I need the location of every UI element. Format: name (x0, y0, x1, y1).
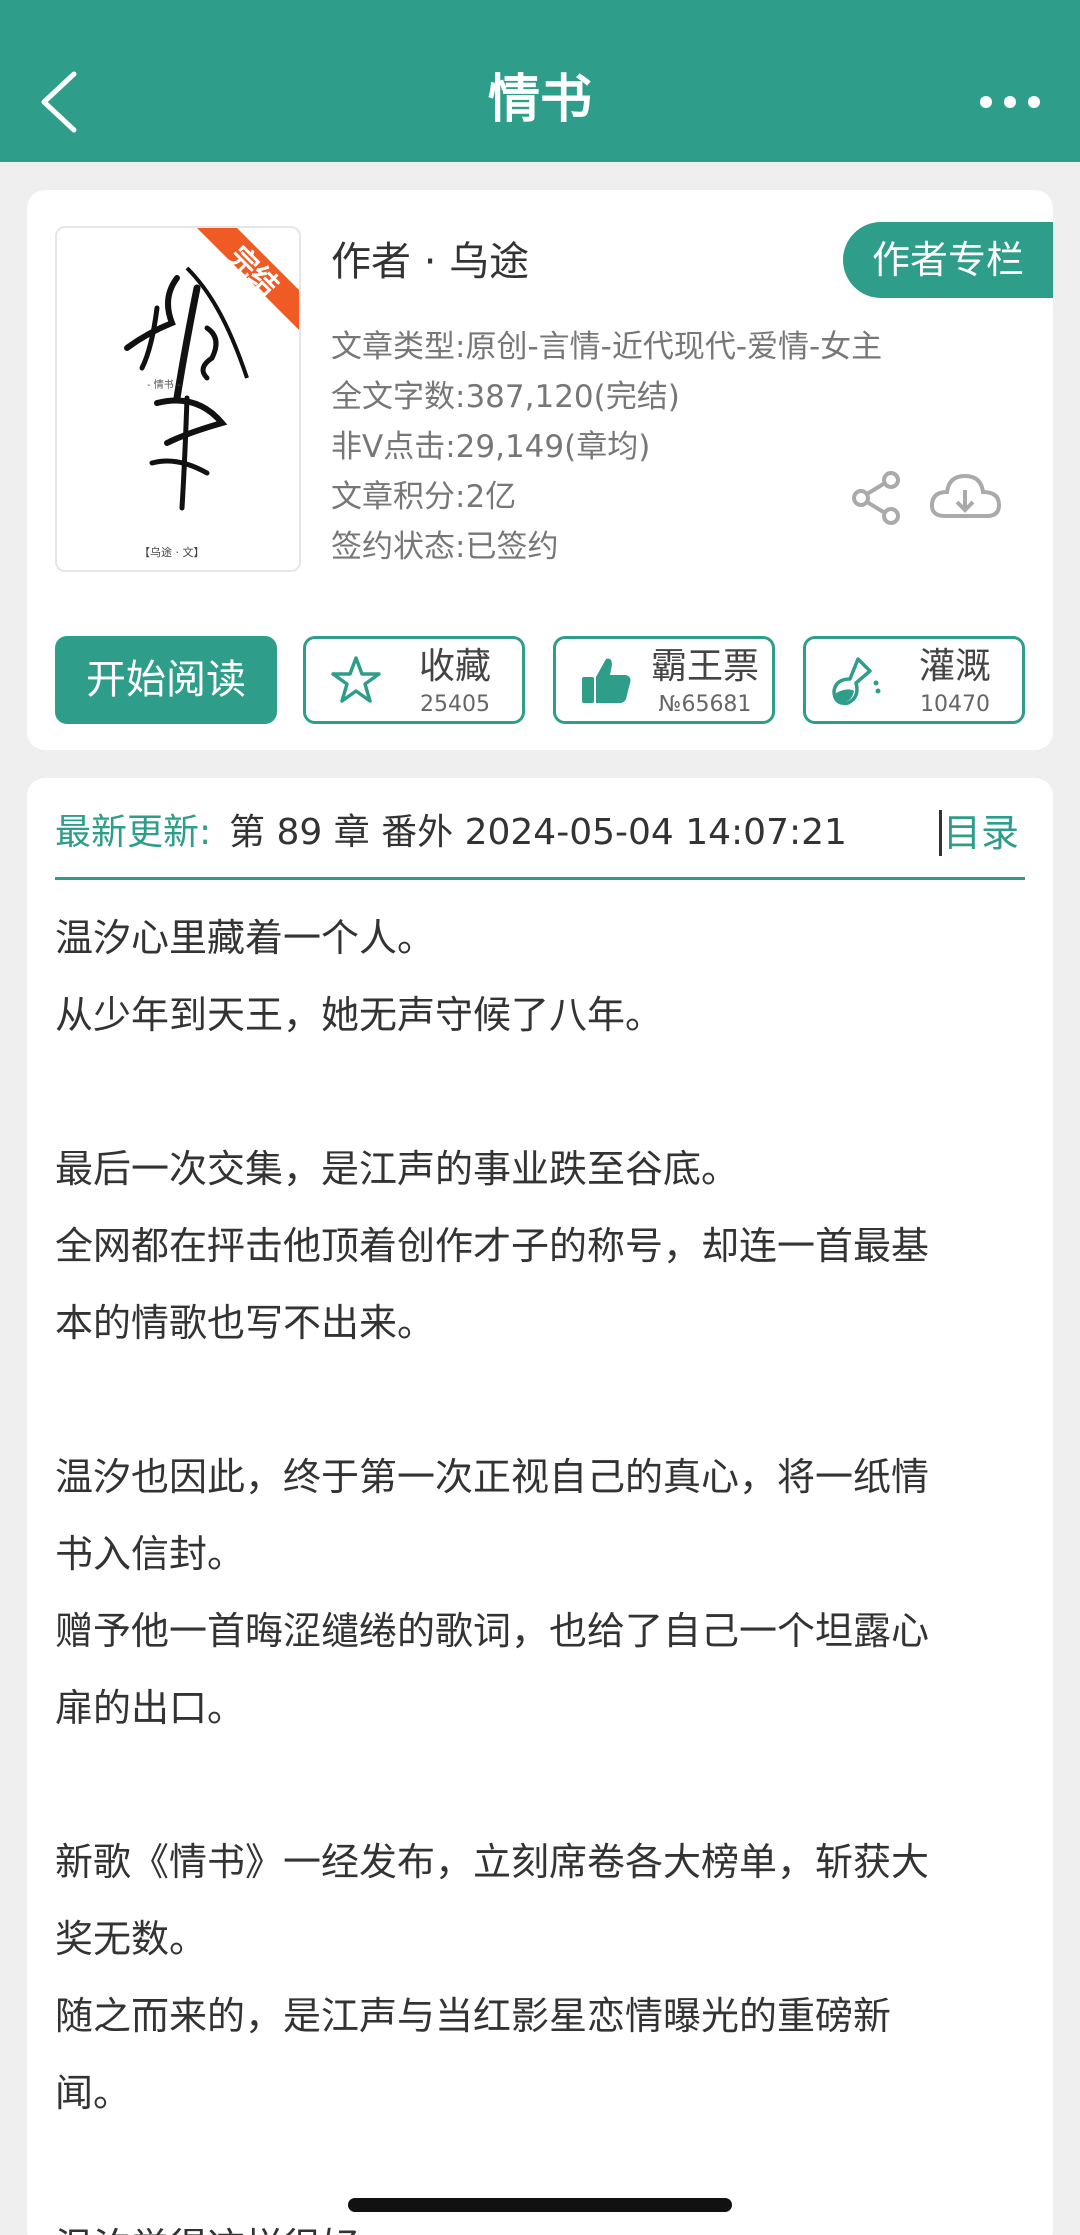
synopsis-line (55, 1747, 1045, 1824)
synopsis-line: 温汐心里藏着一个人。 (55, 916, 436, 960)
synopsis-line: 最后一次交集，是江声的事业跌至谷底。 (55, 1147, 740, 1191)
cover-art: - 情书 - 【乌途 · 文】 完结 (124, 228, 299, 559)
thumbs-up-icon (582, 658, 631, 703)
latest-chapter-link[interactable]: 第 89 章 番外 2024-05-04 14:07:21 (229, 808, 847, 858)
cover-author-text: 【乌途 · 文】 (139, 545, 205, 559)
cover-small-text: - 情书 - (147, 378, 181, 391)
synopsis-line (55, 1054, 1045, 1131)
synopsis-line: 新歌《情书》一经发布，立刻席卷各大榜单，斩获大 (55, 1840, 930, 1884)
synopsis-line: 随之而来的，是江声与当红影星恋情曝光的重磅新 (55, 1994, 892, 2038)
synopsis-line: 本的情歌也写不出来。 (55, 1301, 436, 1345)
vote-label: 霸王票 (650, 646, 759, 687)
share-icon[interactable] (847, 468, 907, 528)
author-name[interactable]: 作者 · 乌途 (331, 234, 529, 290)
home-indicator[interactable] (348, 2198, 732, 2212)
meta-wordcount: 全文字数:387,120(完结) (331, 379, 680, 415)
start-reading-button[interactable]: 开始阅读 (55, 636, 277, 724)
synopsis-line: 奖无数。 (55, 1917, 208, 1961)
synopsis-line: 扉的出口。 (55, 1686, 246, 1730)
book-cover[interactable]: - 情书 - 【乌途 · 文】 完结 (55, 226, 301, 572)
water-label: 灌溉 (918, 646, 991, 687)
favorite-count: 25405 (420, 692, 490, 717)
synopsis-line: 温汐觉得这样很好。 (55, 2209, 1045, 2235)
meta-score: 文章积分:2亿 (331, 479, 517, 515)
favorite-button[interactable]: 收藏 25405 (303, 636, 525, 724)
meta-clicks: 非V点击:29,149(章均) (331, 429, 651, 465)
table-of-contents-link[interactable]: 目录 (943, 808, 1019, 858)
meta-genre: 文章类型:原创-言情-近代现代-爱情-女主 (331, 329, 883, 365)
top-bar: 情书 (0, 0, 1080, 162)
more-dots-icon[interactable] (970, 80, 1050, 124)
vote-count: №65681 (658, 692, 752, 717)
synopsis-line: 赠予他一首晦涩缱绻的歌词，也给了自己一个坦露心 (55, 1609, 930, 1653)
vertical-divider (939, 810, 942, 856)
cloud-download-icon[interactable] (927, 468, 1003, 528)
flask-icon (832, 657, 881, 705)
latest-update-row[interactable]: 最新更新: 第 89 章 番外 2024-05-04 14:07:21 目录 (55, 800, 1025, 880)
favorite-label: 收藏 (418, 646, 491, 687)
water-button[interactable]: 灌溉 10470 (803, 636, 1025, 724)
author-column-button[interactable]: 作者专栏 (843, 222, 1053, 298)
synopsis-text: 温汐心里藏着一个人。 从少年到天王，她无声守候了八年。 最后一次交集，是江声的事… (55, 900, 1045, 2235)
synopsis-card: 最新更新: 第 89 章 番外 2024-05-04 14:07:21 目录 温… (27, 778, 1053, 2235)
latest-update-label: 最新更新: (55, 812, 212, 853)
synopsis-line: 闻。 (55, 2071, 132, 2115)
page-title: 情书 (487, 70, 592, 130)
star-icon (331, 656, 381, 703)
synopsis-line: 温汐也因此，终于第一次正视自己的真心，将一纸情 (55, 1455, 930, 1499)
synopsis-line (55, 1362, 1045, 1439)
book-info-card: - 情书 - 【乌途 · 文】 完结 作者 · 乌途 作者专栏 文章类型:原创-… (27, 190, 1053, 750)
meta-sign-status: 签约状态:已签约 (331, 529, 559, 565)
vote-button[interactable]: 霸王票 №65681 (553, 636, 775, 724)
synopsis-line: 从少年到天王，她无声守候了八年。 (55, 993, 664, 1037)
water-count: 10470 (920, 692, 990, 717)
synopsis-line: 全网都在抨击他顶着创作才子的称号，却连一首最基 (55, 1224, 930, 1268)
synopsis-line: 书入信封。 (55, 1532, 246, 1576)
